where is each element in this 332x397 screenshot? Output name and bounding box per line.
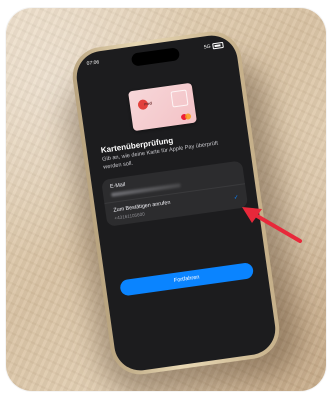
verification-options: E-Mail Zum Bestätigen anrufen +431611056… <box>101 160 249 227</box>
bank-logo-text: nwd <box>143 100 153 107</box>
network-label: 5G <box>203 43 211 51</box>
red-arrow-icon <box>242 207 302 243</box>
status-time: 07:06 <box>86 59 100 68</box>
checkmark-icon: ✓ <box>233 194 240 201</box>
payment-card: nwd <box>128 82 197 132</box>
card-network-icon <box>180 113 192 121</box>
battery-icon <box>212 41 224 50</box>
card-glyph-icon <box>170 89 189 108</box>
continue-button[interactable]: Fortfahren <box>119 262 255 297</box>
status-right: 5G <box>203 41 224 51</box>
photo-frame: 07:06 5G nwd Kartenüberprüfung Gib an, w… <box>6 8 326 391</box>
